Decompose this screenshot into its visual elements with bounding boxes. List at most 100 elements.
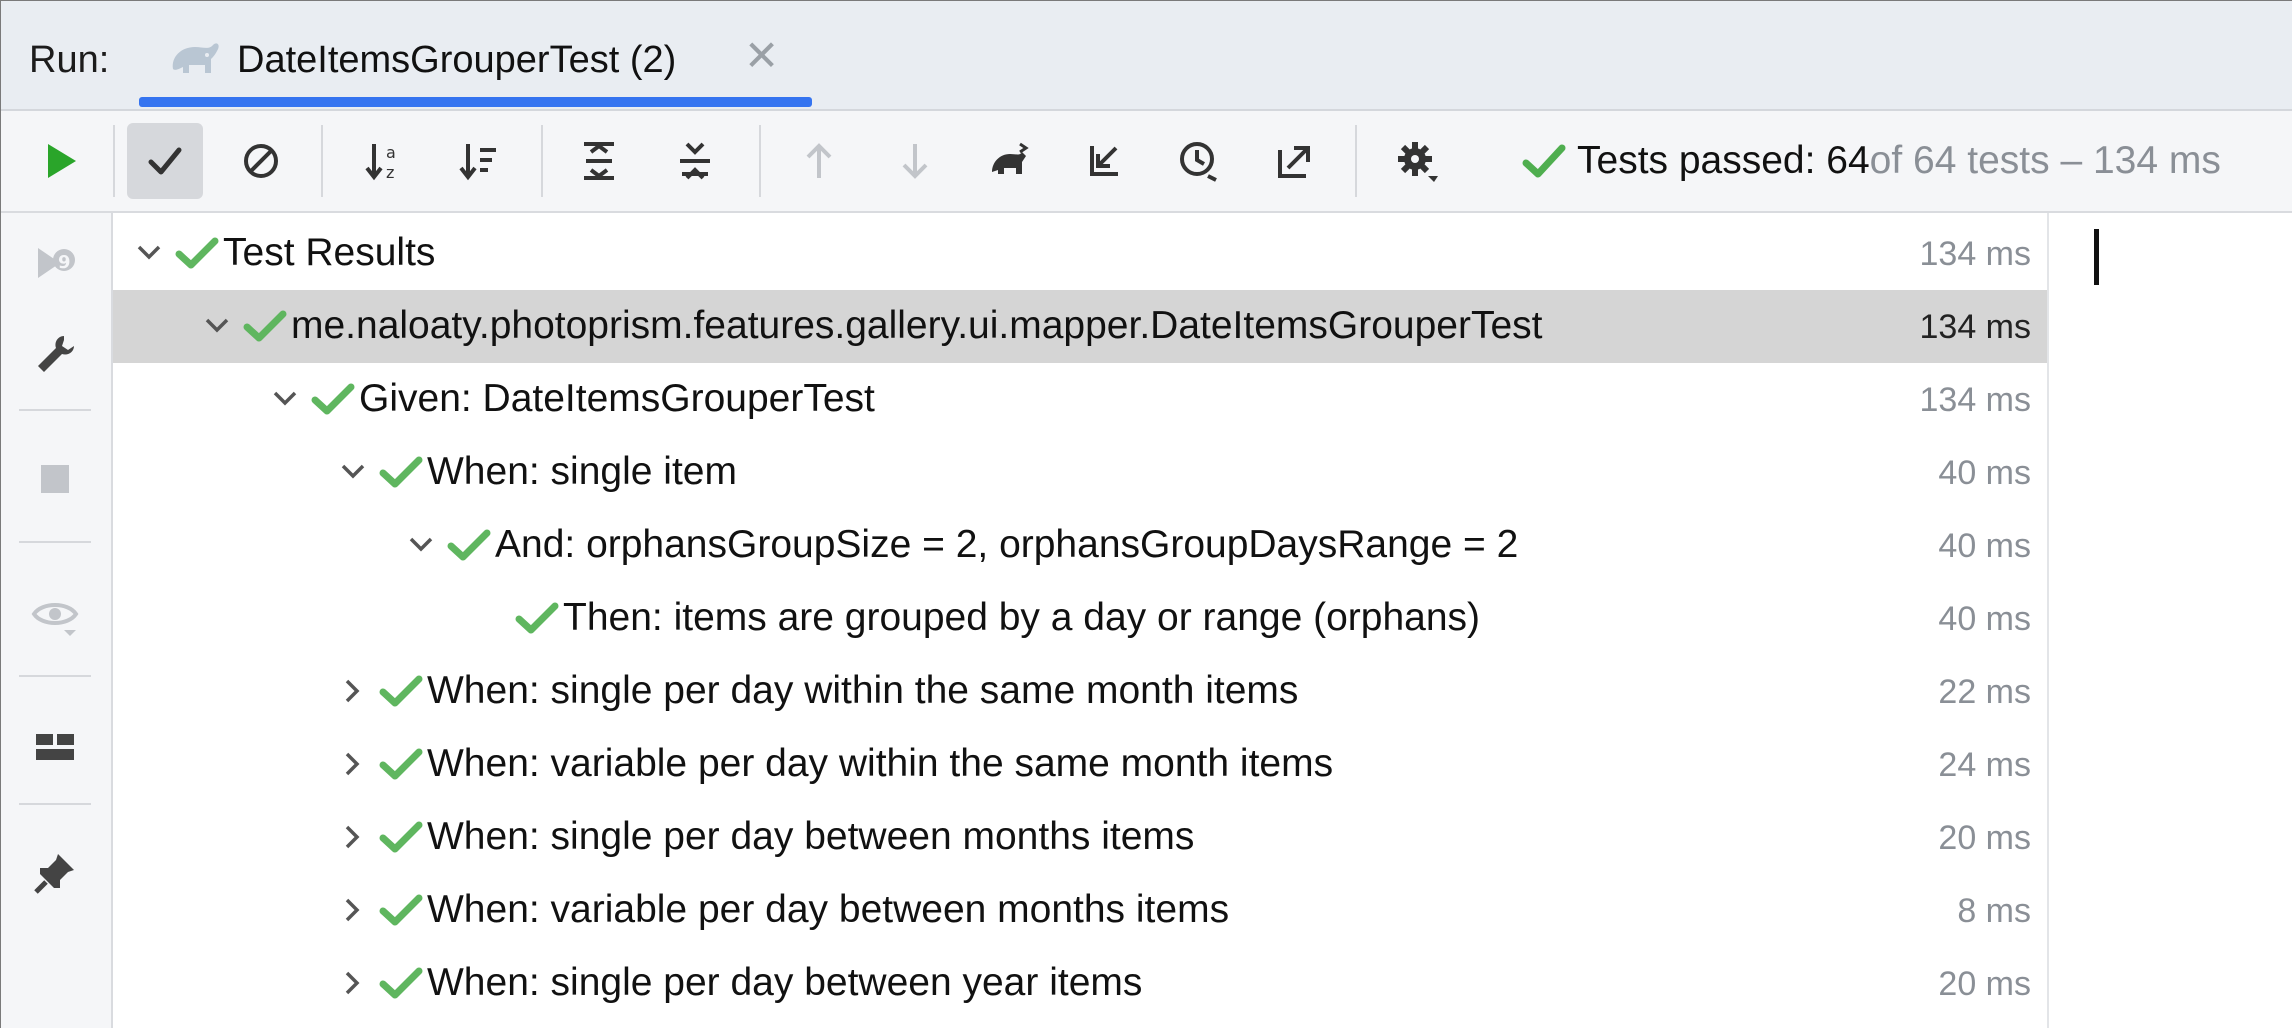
tree-row-label: When: variable per day between months it…	[427, 888, 1230, 931]
check-icon	[515, 602, 559, 634]
tree-row-duration: 24 ms	[1938, 746, 2031, 784]
toolbar-divider	[759, 125, 761, 197]
tree-row-duration: 22 ms	[1938, 673, 2031, 711]
tree-row-label: When: single per day within the same mon…	[427, 669, 1299, 712]
test-history-icon[interactable]	[1161, 123, 1237, 199]
tree-row-label: When: single per day between year items	[427, 961, 1143, 1004]
check-icon	[1522, 144, 1566, 178]
tree-row[interactable]: me.naloaty.photoprism.features.gallery.u…	[113, 290, 2047, 363]
tests-summary-text: of 64 tests – 134 ms	[1869, 139, 2221, 182]
chevron-right-icon[interactable]	[335, 965, 371, 1001]
toolbar-divider	[113, 125, 115, 197]
tab-title: DateItemsGrouperTest (2)	[237, 39, 677, 81]
chevron-down-icon[interactable]	[131, 235, 167, 271]
tree-row[interactable]: When: single per day between months item…	[113, 801, 2047, 874]
sidebar-divider	[19, 409, 91, 411]
export-results-icon[interactable]	[1255, 123, 1331, 199]
show-passed-icon[interactable]	[127, 123, 203, 199]
tree-row-duration: 40 ms	[1938, 600, 2031, 638]
left-toolbar: 9	[1, 213, 113, 1028]
run-icon[interactable]	[23, 123, 99, 199]
tree-row[interactable]: When: single item 40 ms	[113, 436, 2047, 509]
check-icon	[379, 821, 423, 853]
tree-row[interactable]: When: single per day between year items 2…	[113, 947, 2047, 1020]
check-icon	[379, 675, 423, 707]
active-tab-indicator	[139, 97, 812, 107]
tree-row-duration: 20 ms	[1938, 965, 2031, 1003]
chevron-down-icon[interactable]	[335, 454, 371, 490]
tree-row-label: And: orphansGroupSize = 2, orphansGroupD…	[495, 523, 1519, 566]
tree-row-duration: 20 ms	[1938, 819, 2031, 857]
tree-row-label: Test Results	[223, 231, 436, 274]
svg-text:9: 9	[58, 252, 71, 273]
pin-icon[interactable]	[23, 841, 87, 905]
check-icon	[379, 894, 423, 926]
next-failed-icon[interactable]	[877, 123, 953, 199]
tree-row[interactable]: Test Results 134 ms	[113, 217, 2047, 290]
view-icon[interactable]	[23, 583, 87, 647]
stop-icon[interactable]	[23, 447, 87, 511]
tree-row[interactable]: When: single per day within the same mon…	[113, 655, 2047, 728]
tree-row-label: When: variable per day within the same m…	[427, 742, 1334, 785]
tree-row-label: Given: DateItemsGrouperTest	[359, 377, 875, 420]
sidebar-divider	[19, 541, 91, 543]
test-results-tree: Test Results 134 ms me.naloaty.photoprism.…	[113, 213, 2047, 1028]
chevron-right-icon[interactable]	[335, 892, 371, 928]
toolbar-divider	[321, 125, 323, 197]
tree-row[interactable]: When: variable per day between months it…	[113, 874, 2047, 947]
tree-row-duration: 134 ms	[1919, 235, 2032, 273]
check-icon	[243, 310, 287, 342]
run-tool-window: Run: DateItemsGrouperTest (2) ✕ az Tests…	[0, 0, 2292, 1028]
expand-all-icon[interactable]	[561, 123, 637, 199]
collapse-all-icon[interactable]	[657, 123, 733, 199]
check-icon	[379, 967, 423, 999]
chevron-down-icon[interactable]	[403, 527, 439, 563]
check-icon	[175, 237, 219, 269]
tree-row-label: When: single item	[427, 450, 737, 493]
sort-by-duration-icon[interactable]	[441, 123, 517, 199]
chevron-down-icon[interactable]	[199, 308, 235, 344]
import-tests-icon[interactable]	[1067, 123, 1143, 199]
tree-row-label: When: single per day between months item…	[427, 815, 1195, 858]
tree-row[interactable]: Given: DateItemsGrouperTest 134 ms	[113, 363, 2047, 436]
tree-row-label: me.naloaty.photoprism.features.gallery.u…	[291, 304, 1543, 347]
chevron-right-icon[interactable]	[335, 746, 371, 782]
check-icon	[379, 748, 423, 780]
svg-text:z: z	[386, 163, 394, 182]
rerun-failed-icon[interactable]: 9	[23, 231, 87, 295]
sidebar-divider	[19, 803, 91, 805]
tree-row[interactable]: Then: items are grouped by a day or rang…	[113, 582, 2047, 655]
wrench-icon[interactable]	[23, 323, 87, 387]
run-header: Run: DateItemsGrouperTest (2) ✕	[1, 1, 2292, 111]
gradle-elephant-icon	[172, 43, 219, 73]
show-ignored-icon[interactable]	[223, 123, 299, 199]
tree-row[interactable]: When: variable per day within the same m…	[113, 728, 2047, 801]
tree-row-label: Then: items are grouped by a day or rang…	[563, 596, 1481, 639]
chevron-right-icon[interactable]	[335, 819, 371, 855]
close-icon[interactable]: ✕	[744, 35, 779, 77]
tree-row-duration: 134 ms	[1919, 381, 2032, 419]
previous-failed-icon[interactable]	[781, 123, 857, 199]
svg-text:a: a	[386, 143, 396, 162]
tree-row-duration: 134 ms	[1919, 308, 2032, 346]
chevron-right-icon[interactable]	[335, 673, 371, 709]
tree-row-duration: 8 ms	[1957, 892, 2031, 930]
tree-row[interactable]: And: orphansGroupSize = 2, orphansGroupD…	[113, 509, 2047, 582]
test-status: Tests passed: 64 of 64 tests – 134 ms	[1521, 131, 2221, 191]
run-with-coverage-icon[interactable]	[971, 123, 1047, 199]
toolbar-divider	[1355, 125, 1357, 197]
check-icon	[379, 456, 423, 488]
run-label: Run:	[29, 39, 110, 81]
settings-icon[interactable]	[1379, 123, 1455, 199]
text-cursor	[2094, 229, 2099, 285]
test-runner-toolbar: az Tests passed: 64 of 64 tests – 134 ms	[1, 111, 2292, 213]
check-icon	[311, 383, 355, 415]
tests-passed-text: Tests passed: 64	[1577, 139, 1870, 182]
toolbar-divider	[541, 125, 543, 197]
sort-alphabetically-icon[interactable]: az	[347, 123, 423, 199]
tree-row-duration: 40 ms	[1938, 527, 2031, 565]
chevron-down-icon[interactable]	[267, 381, 303, 417]
console-panel[interactable]	[2047, 213, 2292, 1028]
layout-icon[interactable]	[23, 715, 87, 779]
sidebar-divider	[19, 675, 91, 677]
